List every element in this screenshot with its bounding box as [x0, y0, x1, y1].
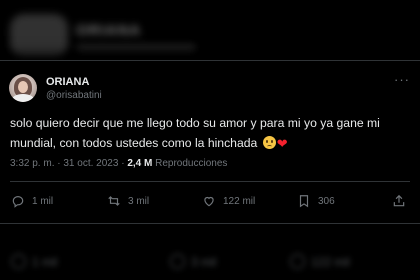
blurred-like: 122 mil	[290, 254, 350, 269]
reply-button[interactable]: 1 mil	[11, 194, 53, 208]
blurred-retweet-icon	[170, 254, 185, 269]
bookmark-count: 306	[318, 195, 335, 207]
tweet-card[interactable]: ORIANA @orisabatini ··· solo quiero deci…	[0, 60, 420, 224]
like-count: 122 mil	[223, 195, 256, 207]
bookmark-icon	[299, 195, 309, 208]
pleading-face-icon	[262, 136, 276, 149]
views-label: Reproducciones	[155, 158, 228, 169]
like-button[interactable]: 122 mil	[202, 194, 255, 208]
blurred-reply-count: 1 mil	[32, 254, 58, 269]
tweet-time[interactable]: 3:32 p. m.	[10, 158, 54, 169]
tweet-body: solo quiero decir que me llego todo su a…	[10, 116, 380, 150]
screenshot-frame: ORIANA ORIANA @orisabatini ··· solo quie…	[0, 0, 420, 280]
bookmark-button[interactable]: 306	[297, 194, 335, 208]
avatar-shoulders	[11, 94, 35, 102]
divider	[10, 181, 410, 182]
tweet-text: solo quiero decir que me llego todo su a…	[10, 113, 410, 154]
blurred-previous-tweet: ORIANA	[0, 0, 420, 66]
retweet-count: 3 mil	[128, 195, 150, 207]
more-options-icon[interactable]: ···	[394, 73, 410, 86]
display-name[interactable]: ORIANA	[46, 76, 89, 88]
blurred-next-tweet: 1 mil 3 mil 122 mil	[0, 240, 420, 280]
reply-count: 1 mil	[32, 195, 54, 207]
retweet-icon	[108, 196, 120, 206]
reply-icon	[12, 196, 24, 208]
heart-icon	[204, 196, 214, 207]
tweet-meta: 3:32 p. m. · 31 oct. 2023 · 2,4 M Reprod…	[10, 158, 227, 169]
blurred-text-line	[76, 44, 196, 52]
blurred-like-icon	[290, 254, 305, 269]
blurred-reply-icon	[11, 254, 26, 269]
blurred-avatar	[10, 14, 68, 58]
blurred-retweet: 3 mil	[170, 254, 216, 269]
blurred-retweet-count: 3 mil	[191, 254, 217, 269]
share-icon	[393, 194, 405, 207]
blurred-name: ORIANA	[76, 22, 142, 39]
share-button[interactable]	[392, 194, 406, 208]
user-handle[interactable]: @orisabatini	[46, 90, 102, 101]
action-bar: 1 mil 3 mil 122 mil 306	[0, 189, 420, 215]
avatar[interactable]	[9, 74, 37, 102]
blurred-like-count: 122 mil	[311, 254, 350, 269]
blurred-reply: 1 mil	[11, 254, 57, 269]
retweet-button[interactable]: 3 mil	[107, 194, 149, 208]
views-count: 2,4 M	[127, 158, 153, 169]
tweet-date[interactable]: 31 oct. 2023	[63, 158, 118, 169]
red-heart-icon: ❤	[276, 136, 288, 151]
avatar-face	[18, 81, 28, 93]
meta-separator: ·	[121, 158, 125, 169]
meta-separator: ·	[57, 158, 61, 169]
